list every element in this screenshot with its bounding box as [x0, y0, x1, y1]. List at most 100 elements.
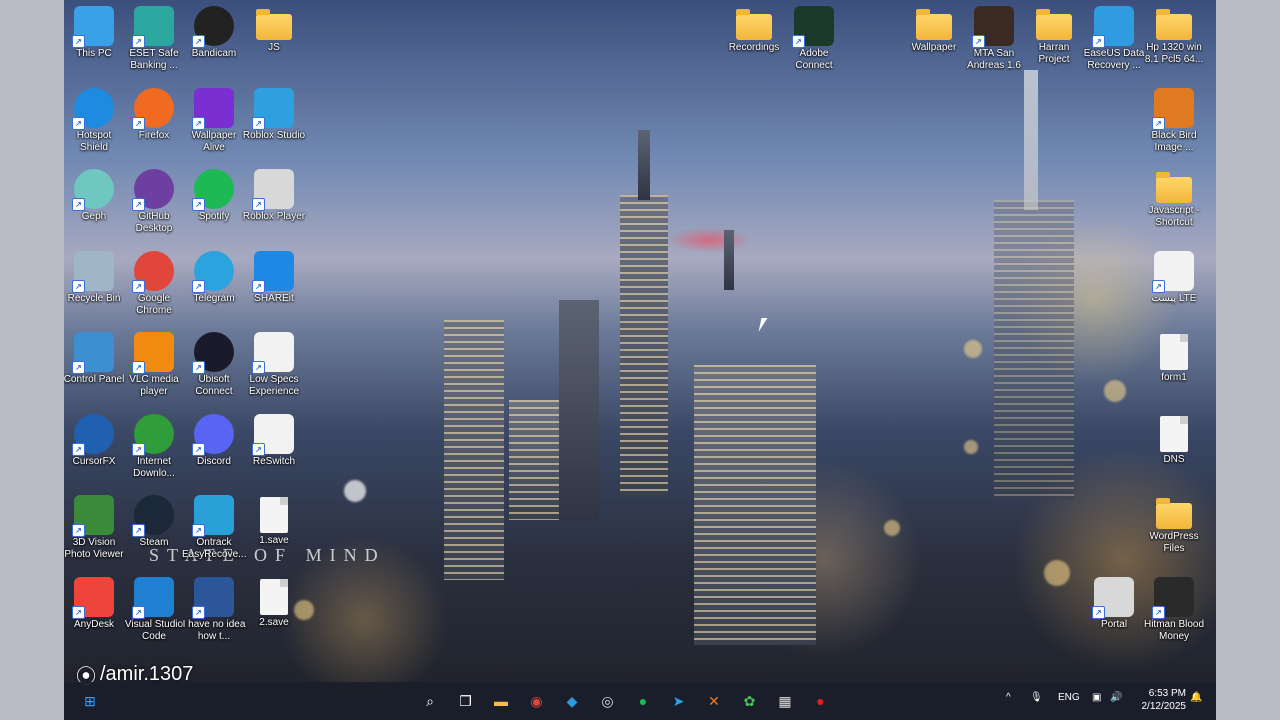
desktop-icon[interactable]: Recordings	[724, 6, 784, 86]
desktop-icon[interactable]: ↗ Black Bird Image ...	[1144, 87, 1204, 168]
desktop-icon[interactable]: ↗ EaseUS Data Recovery ...	[1084, 6, 1144, 86]
microphone-icon[interactable]: 🎙	[1030, 692, 1043, 703]
desktop[interactable]: STATE OF MIND ↗ This PC ↗ ESET Safe Banking…	[64, 0, 1216, 720]
geph-icon: ↗	[72, 169, 114, 211]
shortcut-arrow-icon: ↗	[132, 35, 145, 48]
php-file-icon	[1160, 334, 1188, 370]
shortcut-arrow-icon: ↗	[192, 116, 205, 130]
right-spire	[1024, 70, 1038, 210]
calculator-taskbar[interactable]: ▦	[773, 689, 797, 713]
desktop-icon[interactable]: ↗ GitHub Desktop	[124, 169, 184, 249]
desktop-icon[interactable]: ↗ ESET Safe Banking ...	[124, 6, 184, 86]
desktop-icon-label: AnyDesk	[73, 618, 114, 630]
desktop-icon[interactable]: ↗ Hitman Blood Money	[1144, 576, 1204, 657]
desktop-icon[interactable]: ↗ I have no idea how t...	[183, 576, 245, 657]
language-indicator[interactable]: ENG	[1058, 692, 1080, 703]
file-icon	[1160, 415, 1188, 452]
desktop-icon[interactable]: ↗ Adobe Connect	[784, 6, 844, 86]
desktop-icon-label: Geph	[81, 211, 107, 222]
volume-icon[interactable]: 🔊	[1110, 692, 1122, 703]
shortcut-arrow-icon: ↗	[72, 35, 85, 48]
spire	[638, 130, 650, 200]
desktop-icon[interactable]: DNS	[1144, 414, 1204, 494]
file-explorer-taskbar[interactable]: ▬	[489, 689, 513, 713]
desktop-icon[interactable]: ↗ Recycle Bin	[64, 250, 124, 331]
desktop-icon[interactable]: WordPress Files	[1144, 495, 1204, 575]
3d-vision-icon: ↗	[72, 495, 114, 537]
desktop-icon[interactable]: ↗ Firefox	[124, 87, 184, 168]
desktop-icon[interactable]: ↗ Control Panel	[64, 332, 124, 412]
desktop-icon[interactable]: JS	[244, 6, 304, 86]
desktop-icon[interactable]: ↗ Hotspot Shield	[64, 87, 124, 168]
desktop-icon[interactable]: ↗ پیست LTE	[1144, 250, 1204, 331]
shortcut-arrow-icon: ↗	[252, 198, 265, 211]
desktop-icon[interactable]: ↗ Internet Downlo...	[124, 413, 184, 494]
desktop-icon[interactable]: ↗ ReSwitch	[244, 413, 304, 494]
chrome-taskbar[interactable]: ◉	[525, 689, 549, 713]
desktop-icon[interactable]: ↗ VLC media player	[124, 332, 184, 412]
roblox-studio-icon: ↗	[252, 87, 294, 130]
search-button[interactable]: ⌕	[418, 689, 442, 713]
shortcut-arrow-icon: ↗	[972, 35, 985, 48]
shortcut-arrow-icon: ↗	[1152, 116, 1165, 130]
xampp-taskbar[interactable]: ✕	[702, 689, 726, 713]
desktop-icon-label: 2.save	[259, 616, 289, 628]
desktop-icon[interactable]: ↗ This PC	[64, 6, 124, 86]
hotspot-shield-icon: ↗	[72, 87, 114, 130]
vlc-icon: ↗	[132, 332, 174, 374]
desktop-icon[interactable]: ↗ Visual Studio Code	[124, 576, 184, 657]
one-wtc	[724, 230, 734, 290]
vscode-taskbar[interactable]: ◆	[560, 689, 584, 713]
desktop-icon[interactable]: ↗ SHAREit	[244, 250, 304, 331]
desktop-icon[interactable]: ↗ Low Specs Experience	[244, 332, 304, 412]
start-button[interactable]: ⊞	[78, 689, 102, 713]
desktop-icon[interactable]: ↗ Wallpaper Alive	[184, 87, 244, 168]
easeus-icon: ↗	[1092, 6, 1134, 48]
shortcut-arrow-icon: ↗	[192, 442, 205, 456]
desktop-icon[interactable]: ↗ Google Chrome	[124, 250, 184, 331]
desktop-icon[interactable]: ↗ Portal	[1084, 576, 1144, 657]
app-taskbar[interactable]: ✿	[738, 689, 762, 713]
task-view-button[interactable]: ❐	[454, 689, 478, 713]
network-icon[interactable]: ▣	[1092, 692, 1101, 703]
bokeh-light	[1044, 560, 1070, 586]
shortcut-arrow-icon: ↗	[132, 442, 145, 456]
desktop-icon[interactable]: ↗ Geph	[64, 169, 124, 249]
github-icon: ↗	[132, 169, 174, 211]
shortcut-arrow-icon: ↗	[192, 524, 205, 537]
desktop-icon[interactable]: ↗ CursorFX	[64, 413, 124, 494]
desktop-icon[interactable]: ↗ AnyDesk	[64, 576, 124, 657]
desktop-icon[interactable]: ↗ Discord	[184, 413, 244, 494]
shortcut-arrow-icon: ↗	[1092, 605, 1105, 619]
idm-icon: ↗	[132, 413, 174, 456]
desktop-icon[interactable]: ↗ MTA San Andreas 1.6	[964, 6, 1024, 86]
desktop-icon-label: This PC	[76, 48, 112, 59]
desktop-icon[interactable]: ↗ Ontrack EasyRecove...	[182, 495, 246, 575]
desktop-icon[interactable]: Javascript - Shortcut	[1144, 169, 1204, 249]
notifications-icon[interactable]: 🔔	[1190, 692, 1202, 703]
desktop-icon[interactable]: Wallpaper	[904, 6, 964, 86]
desktop-icon[interactable]: ↗ Telegram	[184, 250, 244, 331]
desktop-icon[interactable]: 2.save	[244, 577, 304, 657]
desktop-icon[interactable]: ↗ Ubisoft Connect	[184, 332, 244, 412]
desktop-icon[interactable]: ↗ Roblox Studio	[243, 87, 305, 168]
desktop-icon-label: Wallpaper	[911, 42, 957, 53]
show-hidden-icons-button[interactable]: ^	[1006, 692, 1011, 703]
steam-taskbar[interactable]: ◎	[596, 689, 620, 713]
desktop-icon[interactable]: form1	[1144, 332, 1204, 412]
spotify-taskbar[interactable]: ●	[631, 689, 655, 713]
desktop-icon[interactable]: Harran Project	[1024, 6, 1084, 86]
desktop-icon-label: DNS	[1163, 453, 1185, 465]
desktop-icon[interactable]: ↗ Bandicam	[184, 6, 244, 86]
desktop-icon[interactable]: ↗ 3D Vision Photo Viewer	[64, 495, 124, 575]
discord-icon: ↗	[192, 413, 234, 456]
desktop-icon[interactable]: ↗ Steam	[124, 495, 184, 575]
clock[interactable]: 6:53 PM 2/12/2025	[1132, 687, 1187, 713]
shortcut-arrow-icon: ↗	[1152, 605, 1165, 619]
bandicam-taskbar[interactable]: ●	[809, 689, 833, 713]
desktop-icon[interactable]: ↗ Roblox Player	[243, 169, 305, 249]
desktop-icon[interactable]: Hp 1320 win 8.1 Pcl5 64...	[1144, 6, 1204, 86]
desktop-icon[interactable]: 1.save	[244, 495, 304, 575]
desktop-icon[interactable]: ↗ Spotify	[184, 169, 244, 249]
telegram-taskbar[interactable]: ➤	[667, 689, 691, 713]
